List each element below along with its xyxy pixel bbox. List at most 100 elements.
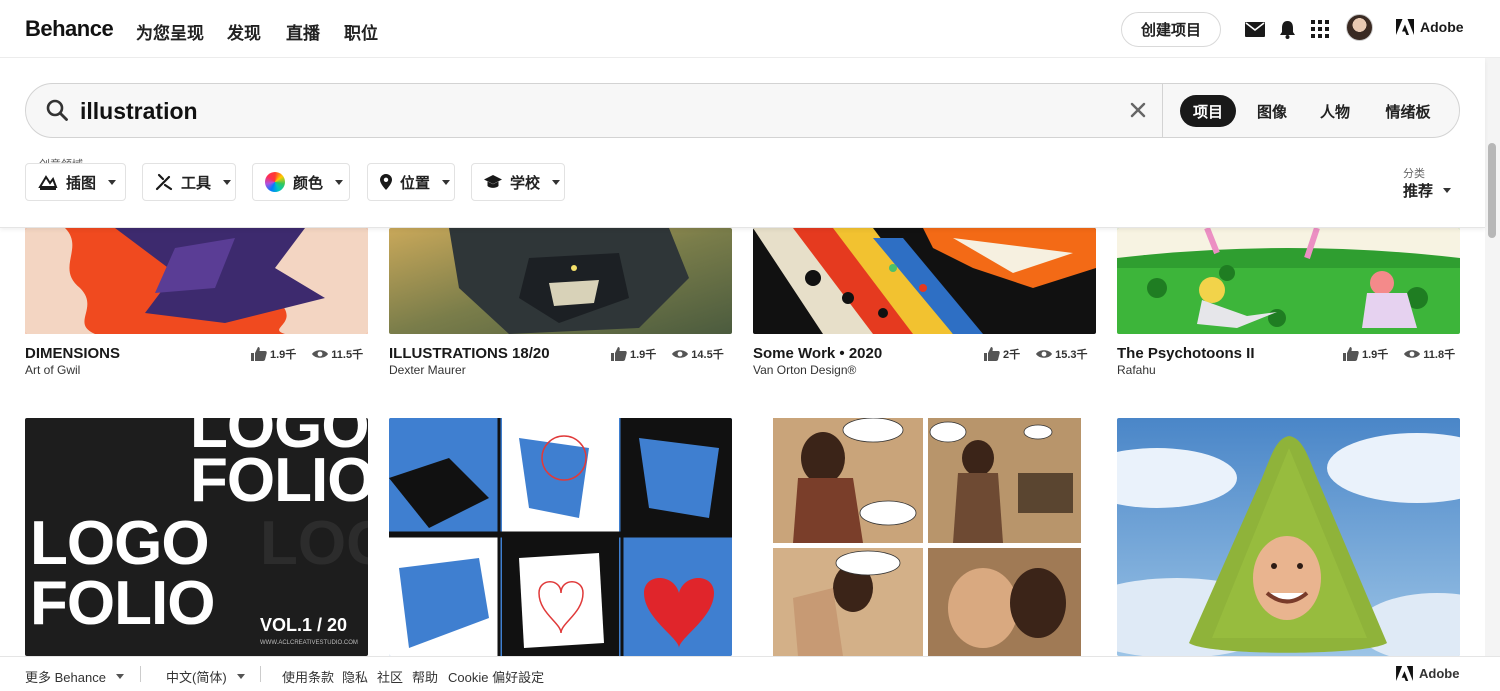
logofolio-volume: VOL.1 / 20 <box>260 615 348 635</box>
artwork-psychotoons <box>1117 228 1460 334</box>
thumbs-up-icon <box>1343 347 1359 361</box>
footer-link-community[interactable]: 社区 <box>377 667 403 686</box>
chevron-down-icon <box>1443 188 1452 193</box>
filter-school[interactable]: 学校 <box>471 163 565 201</box>
project-thumbnail[interactable] <box>389 228 732 334</box>
project-title[interactable]: DIMENSIONS <box>25 345 120 362</box>
chevron-down-icon <box>236 674 245 679</box>
project-thumbnail[interactable] <box>389 418 732 656</box>
top-navigation: Behance 为您呈现 发现 直播 职位 创建项目 Adobe <box>0 0 1500 58</box>
search-input[interactable] <box>80 94 1120 128</box>
thumbs-up-icon <box>984 347 1000 361</box>
location-pin-icon <box>380 174 392 190</box>
project-owner[interactable]: Dexter Maurer <box>389 363 466 377</box>
tab-images[interactable]: 图像 <box>1244 95 1300 127</box>
project-thumbnail[interactable] <box>753 228 1096 334</box>
eye-icon <box>1404 350 1421 358</box>
search-icon <box>46 99 68 126</box>
tab-moodboards[interactable]: 情绪板 <box>1372 95 1444 127</box>
project-title[interactable]: ILLUSTRATIONS 18/20 <box>389 345 550 362</box>
logofolio-text: FOLIO <box>30 569 215 638</box>
artwork-hands-grid <box>389 418 732 656</box>
illustration-icon <box>38 175 58 190</box>
mail-icon[interactable] <box>1244 18 1266 40</box>
behance-logo[interactable]: Behance <box>25 16 114 42</box>
chevron-down-icon <box>335 179 344 185</box>
project-owner[interactable]: Art of Gwil <box>25 363 80 377</box>
project-thumbnail[interactable] <box>1117 228 1460 334</box>
eye-icon <box>1036 350 1053 358</box>
project-title[interactable]: The Psychotoons II <box>1117 345 1255 362</box>
footer-link-terms[interactable]: 使用条款 <box>282 667 334 686</box>
logofolio-text: LOGO <box>30 509 210 578</box>
project-stats: 2千 15.3千 <box>984 346 1088 362</box>
filter-location[interactable]: 位置 <box>367 163 455 201</box>
project-thumbnail[interactable]: LOGO FOLIO LOGO FOLIO LOGO VOL.1 / 20 WW… <box>25 418 368 656</box>
adobe-link[interactable]: Adobe <box>1396 19 1464 35</box>
filter-label: 工具 <box>181 174 212 192</box>
filter-tools[interactable]: 工具 <box>142 163 236 201</box>
project-thumbnail[interactable] <box>1117 418 1460 656</box>
page-scrollbar[interactable] <box>1485 58 1500 656</box>
chevron-down-icon <box>223 179 232 185</box>
thumbs-up-icon <box>251 347 267 361</box>
apps-grid-icon[interactable] <box>1309 18 1331 40</box>
views-count: 11.5千 <box>331 349 364 361</box>
sort-value-label: 推荐 <box>1403 183 1434 200</box>
filter-color[interactable]: 颜色 <box>252 163 350 201</box>
artwork-chip-face <box>1117 418 1460 656</box>
tools-icon <box>155 173 173 191</box>
chevron-down-icon <box>108 179 117 185</box>
logofolio-art: LOGO FOLIO LOGO FOLIO LOGO VOL.1 / 20 WW… <box>25 418 368 656</box>
sort-dropdown[interactable]: 推荐 <box>1403 180 1452 201</box>
project-stats: 1.9千 14.5千 <box>611 346 724 362</box>
color-wheel-icon <box>265 172 285 192</box>
logofolio-site: WWW.ACLCREATIVESTUDIO.COM <box>260 640 358 646</box>
logofolio-shadow-text: LOGO <box>260 509 368 578</box>
project-thumbnail[interactable] <box>25 228 368 334</box>
project-owner[interactable]: Rafahu <box>1117 363 1156 377</box>
search-divider <box>1162 84 1163 137</box>
more-behance-menu[interactable]: 更多 Behance <box>25 667 124 686</box>
views-count: 15.3千 <box>1055 349 1088 361</box>
tab-projects[interactable]: 项目 <box>1180 95 1236 127</box>
filter-label: 插图 <box>66 174 97 192</box>
create-project-button[interactable]: 创建项目 <box>1121 12 1221 47</box>
artwork-werewolf <box>389 228 732 334</box>
adobe-footer-link[interactable]: Adobe <box>1396 666 1459 681</box>
project-stats: 1.9千 11.5千 <box>251 346 363 362</box>
project-owner[interactable]: Van Orton Design® <box>753 363 856 377</box>
more-behance-label: 更多 Behance <box>25 670 106 685</box>
footer-link-help[interactable]: 帮助 <box>412 667 438 686</box>
notification-bell-icon[interactable] <box>1276 18 1298 40</box>
project-thumbnail[interactable] <box>753 418 1096 656</box>
clear-search-icon[interactable] <box>1129 101 1147 124</box>
footer-divider <box>140 666 141 682</box>
tab-people[interactable]: 人物 <box>1307 95 1363 127</box>
nav-link-livestreams[interactable]: 直播 <box>286 19 320 44</box>
search-bar: 项目 图像 人物 情绪板 <box>25 83 1460 138</box>
likes-count: 1.9千 <box>630 349 657 361</box>
nav-link-for-you[interactable]: 为您呈现 <box>136 19 204 44</box>
eye-icon <box>312 350 329 358</box>
footer-link-privacy[interactable]: 隐私 <box>342 667 368 686</box>
footer-link-cookie-preferences[interactable]: Cookie 偏好設定 <box>448 667 544 686</box>
filter-label: 位置 <box>400 174 431 192</box>
nav-link-jobs[interactable]: 职位 <box>344 19 378 44</box>
graduation-cap-icon <box>484 175 502 188</box>
footer: 更多 Behance 中文(简体) 使用条款 隐私 社区 帮助 Cookie 偏… <box>0 656 1500 691</box>
filter-illustration[interactable]: 插图 <box>25 163 126 201</box>
nav-link-discover[interactable]: 发现 <box>227 19 261 44</box>
project-title[interactable]: Some Work • 2020 <box>753 345 882 362</box>
views-count: 14.5千 <box>691 349 724 361</box>
likes-count: 1.9千 <box>1362 349 1389 361</box>
project-stats: 1.9千 11.8千 <box>1343 346 1455 362</box>
chevron-down-icon <box>115 674 124 679</box>
filter-label: 颜色 <box>293 174 324 192</box>
views-count: 11.8千 <box>1423 349 1456 361</box>
chevron-down-icon <box>552 179 561 185</box>
language-selector[interactable]: 中文(简体) <box>166 667 245 686</box>
scrollbar-thumb[interactable] <box>1488 143 1496 238</box>
adobe-label: Adobe <box>1419 666 1460 681</box>
user-avatar[interactable] <box>1346 14 1373 41</box>
